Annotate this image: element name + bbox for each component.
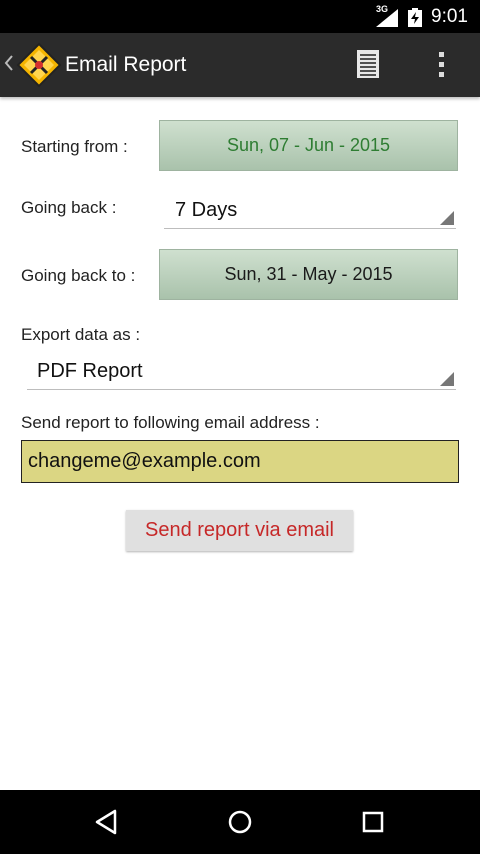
status-bar: 3G 9:01 (0, 0, 480, 33)
back-icon[interactable] (91, 806, 123, 838)
going-back-label: Going back : (21, 198, 117, 217)
email-label: Send report to following email address : (21, 413, 320, 432)
app-logo-icon[interactable] (16, 42, 62, 88)
up-caret-icon[interactable] (3, 51, 15, 75)
recents-icon[interactable] (357, 806, 389, 838)
overflow-menu-icon[interactable] (436, 49, 448, 79)
export-format-value: PDF Report (37, 360, 143, 382)
going-back-value: 7 Days (175, 199, 238, 221)
navigation-bar (0, 790, 480, 854)
battery-charging-icon (408, 8, 422, 27)
starting-from-label: Starting from : (21, 137, 128, 156)
export-format-spinner[interactable]: PDF Report (27, 352, 456, 390)
going-back-spinner[interactable]: 7 Days (164, 190, 456, 229)
home-icon[interactable] (224, 806, 256, 838)
clock: 9:01 (431, 6, 468, 27)
going-back-to-date-button[interactable]: Sun, 31 - May - 2015 (159, 249, 458, 300)
going-back-to-label: Going back to : (21, 266, 136, 285)
starting-from-date-button[interactable]: Sun, 07 - Jun - 2015 (159, 120, 458, 171)
signal-icon (376, 9, 398, 27)
dropdown-triangle-icon (440, 372, 454, 386)
action-bar: Email Report (0, 33, 480, 97)
dropdown-triangle-icon (440, 211, 454, 225)
email-field[interactable] (21, 440, 459, 483)
list-icon[interactable] (356, 49, 380, 79)
send-report-button[interactable]: Send report via email (126, 510, 353, 551)
page-title: Email Report (65, 53, 187, 76)
export-label: Export data as : (21, 325, 141, 344)
